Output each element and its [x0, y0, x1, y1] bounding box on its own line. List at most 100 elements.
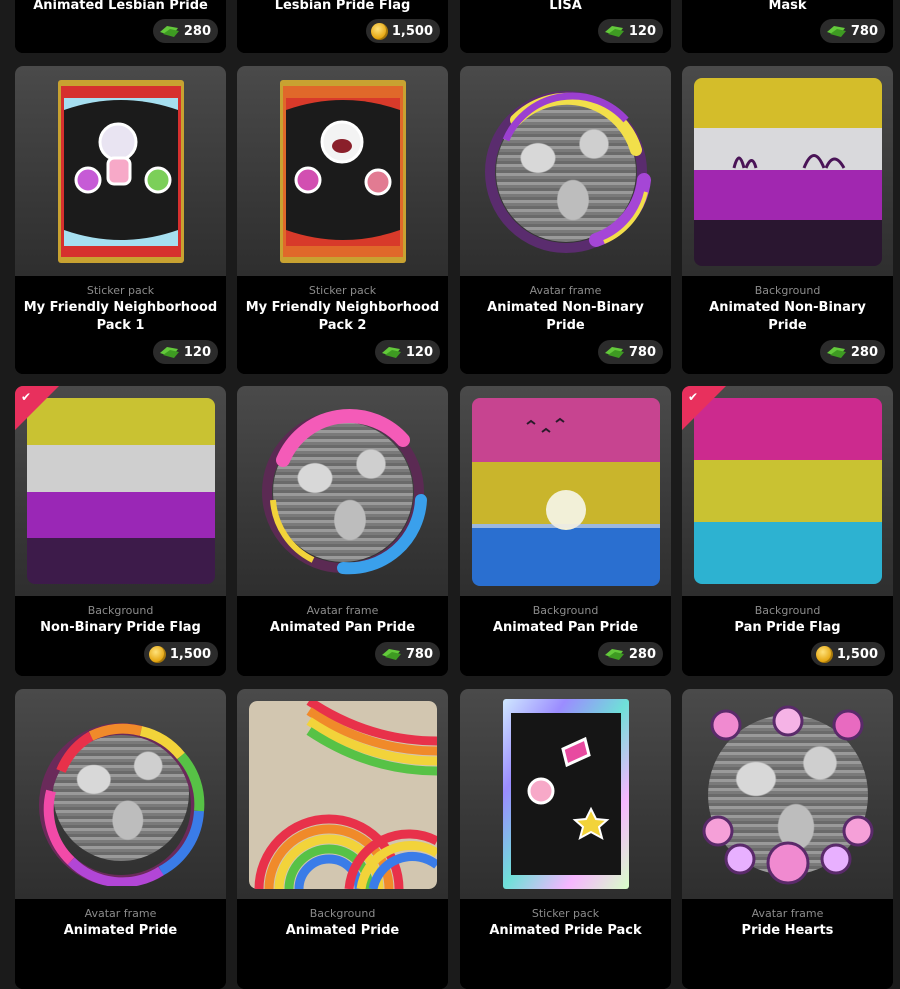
price-tag: 280: [819, 340, 885, 364]
item-category: Avatar frame: [306, 604, 379, 617]
item-title: Animated Pride: [63, 923, 178, 938]
item-preview: [460, 386, 671, 596]
item-category: Sticker pack: [531, 907, 600, 920]
item-category: Avatar frame: [84, 907, 157, 920]
price-tag: 120: [597, 19, 663, 43]
price-value: 280: [850, 344, 878, 360]
shop-item-card[interactable]: Background Animated Pan Pride 280: [460, 386, 671, 676]
item-preview: [237, 689, 448, 899]
avatar-frame-image: [262, 409, 427, 575]
item-category: Avatar frame: [529, 284, 602, 297]
item-title: Non-Binary Pride Flag: [40, 620, 201, 635]
item-title: Animated Lesbian Pride: [33, 0, 208, 13]
background-image: [249, 701, 437, 889]
sticker-pack-image: [280, 80, 406, 263]
check-icon: ✔: [688, 390, 699, 404]
gems-icon: [381, 649, 401, 660]
price-value: 120: [628, 23, 656, 39]
avatar-frame-image: [485, 91, 651, 253]
price-value: 120: [405, 344, 433, 360]
item-title: Animated Non-Binary Pride: [487, 300, 644, 333]
sticker-pack-image: [503, 699, 629, 889]
price-tag: 1,500: [365, 19, 440, 43]
price-tag: 780: [374, 642, 440, 666]
background-image: [694, 78, 882, 266]
item-title: Lesbian Pride Flag: [274, 0, 411, 13]
shop-item-card[interactable]: Avatar frame Pride Hearts: [682, 689, 893, 989]
item-title: Animated Pride Pack: [489, 923, 642, 938]
item-preview: [682, 66, 893, 276]
price-tag: 280: [597, 642, 663, 666]
background-image: [472, 398, 660, 586]
price-value: 1,500: [391, 23, 433, 39]
shop-item-card[interactable]: Background Animated Non-Binary Pride 280: [682, 66, 893, 374]
item-category: Background: [309, 907, 376, 920]
price-value: 280: [628, 646, 656, 662]
gems-icon: [159, 26, 179, 37]
shop-item-card[interactable]: Mask 780: [682, 0, 893, 53]
item-title: Animated Non-Binary Pride: [709, 300, 866, 333]
item-title: Pan Pride Flag: [734, 620, 841, 635]
item-category: Background: [754, 604, 821, 617]
item-category: Background: [754, 284, 821, 297]
item-category: Background: [87, 604, 154, 617]
item-title: My Friendly Neighborhood Pack 2: [245, 300, 440, 333]
item-category: Avatar frame: [751, 907, 824, 920]
price-value: 780: [405, 646, 433, 662]
item-preview: [15, 689, 226, 899]
item-title: Animated Pan Pride: [492, 620, 639, 635]
gems-icon: [159, 347, 179, 358]
item-category: Background: [532, 604, 599, 617]
item-category: Sticker pack: [308, 284, 377, 297]
coin-icon: [370, 22, 388, 40]
price-tag: 120: [374, 340, 440, 364]
gems-icon: [604, 26, 624, 37]
gems-icon: [604, 347, 624, 358]
price-value: 780: [850, 23, 878, 39]
price-value: 1,500: [169, 646, 211, 662]
price-tag: 1,500: [810, 642, 885, 666]
price-tag: 780: [819, 19, 885, 43]
coin-icon: [815, 645, 833, 663]
coin-icon: [148, 645, 166, 663]
item-preview: [237, 66, 448, 276]
item-title: Pride Hearts: [741, 923, 834, 938]
price-value: 1,500: [836, 646, 878, 662]
item-category: Sticker pack: [86, 284, 155, 297]
item-title: LISA: [549, 0, 582, 13]
price-tag: 1,500: [143, 642, 218, 666]
item-preview: [237, 386, 448, 596]
item-title: Animated Pan Pride: [269, 620, 416, 635]
shop-item-card[interactable]: ✔ Background Non-Binary Pride Flag 1,500: [15, 386, 226, 676]
shop-item-card[interactable]: ✔ Background Pan Pride Flag 1,500: [682, 386, 893, 676]
item-preview: [460, 689, 671, 899]
shop-item-card[interactable]: LISA 120: [460, 0, 671, 53]
price-value: 780: [628, 344, 656, 360]
shop-item-card[interactable]: Animated Lesbian Pride 280: [15, 0, 226, 53]
shop-item-card[interactable]: Avatar frame Animated Pan Pride 780: [237, 386, 448, 676]
shop-item-card[interactable]: Background Animated Pride: [237, 689, 448, 989]
price-tag: 120: [152, 340, 218, 364]
shop-item-card[interactable]: Lesbian Pride Flag 1,500: [237, 0, 448, 53]
item-preview: [460, 66, 671, 276]
item-title: Animated Pride: [285, 923, 400, 938]
gems-icon: [381, 347, 401, 358]
shop-item-card[interactable]: Sticker pack My Friendly Neighborhood Pa…: [15, 66, 226, 374]
check-icon: ✔: [21, 390, 32, 404]
sticker-pack-image: [58, 80, 184, 263]
item-title: Mask: [768, 0, 807, 13]
shop-item-card[interactable]: Avatar frame Animated Non-Binary Pride 7…: [460, 66, 671, 374]
shop-item-card[interactable]: Sticker pack Animated Pride Pack: [460, 689, 671, 989]
price-tag: 280: [152, 19, 218, 43]
price-value: 120: [183, 344, 211, 360]
avatar-frame-image: [39, 723, 205, 886]
gems-icon: [826, 347, 846, 358]
gems-icon: [826, 26, 846, 37]
gems-icon: [604, 649, 624, 660]
price-tag: 780: [597, 340, 663, 364]
shop-item-card[interactable]: Avatar frame Animated Pride: [15, 689, 226, 989]
item-preview: [15, 66, 226, 276]
item-title: My Friendly Neighborhood Pack 1: [23, 300, 218, 333]
shop-item-card[interactable]: Sticker pack My Friendly Neighborhood Pa…: [237, 66, 448, 374]
price-value: 280: [183, 23, 211, 39]
